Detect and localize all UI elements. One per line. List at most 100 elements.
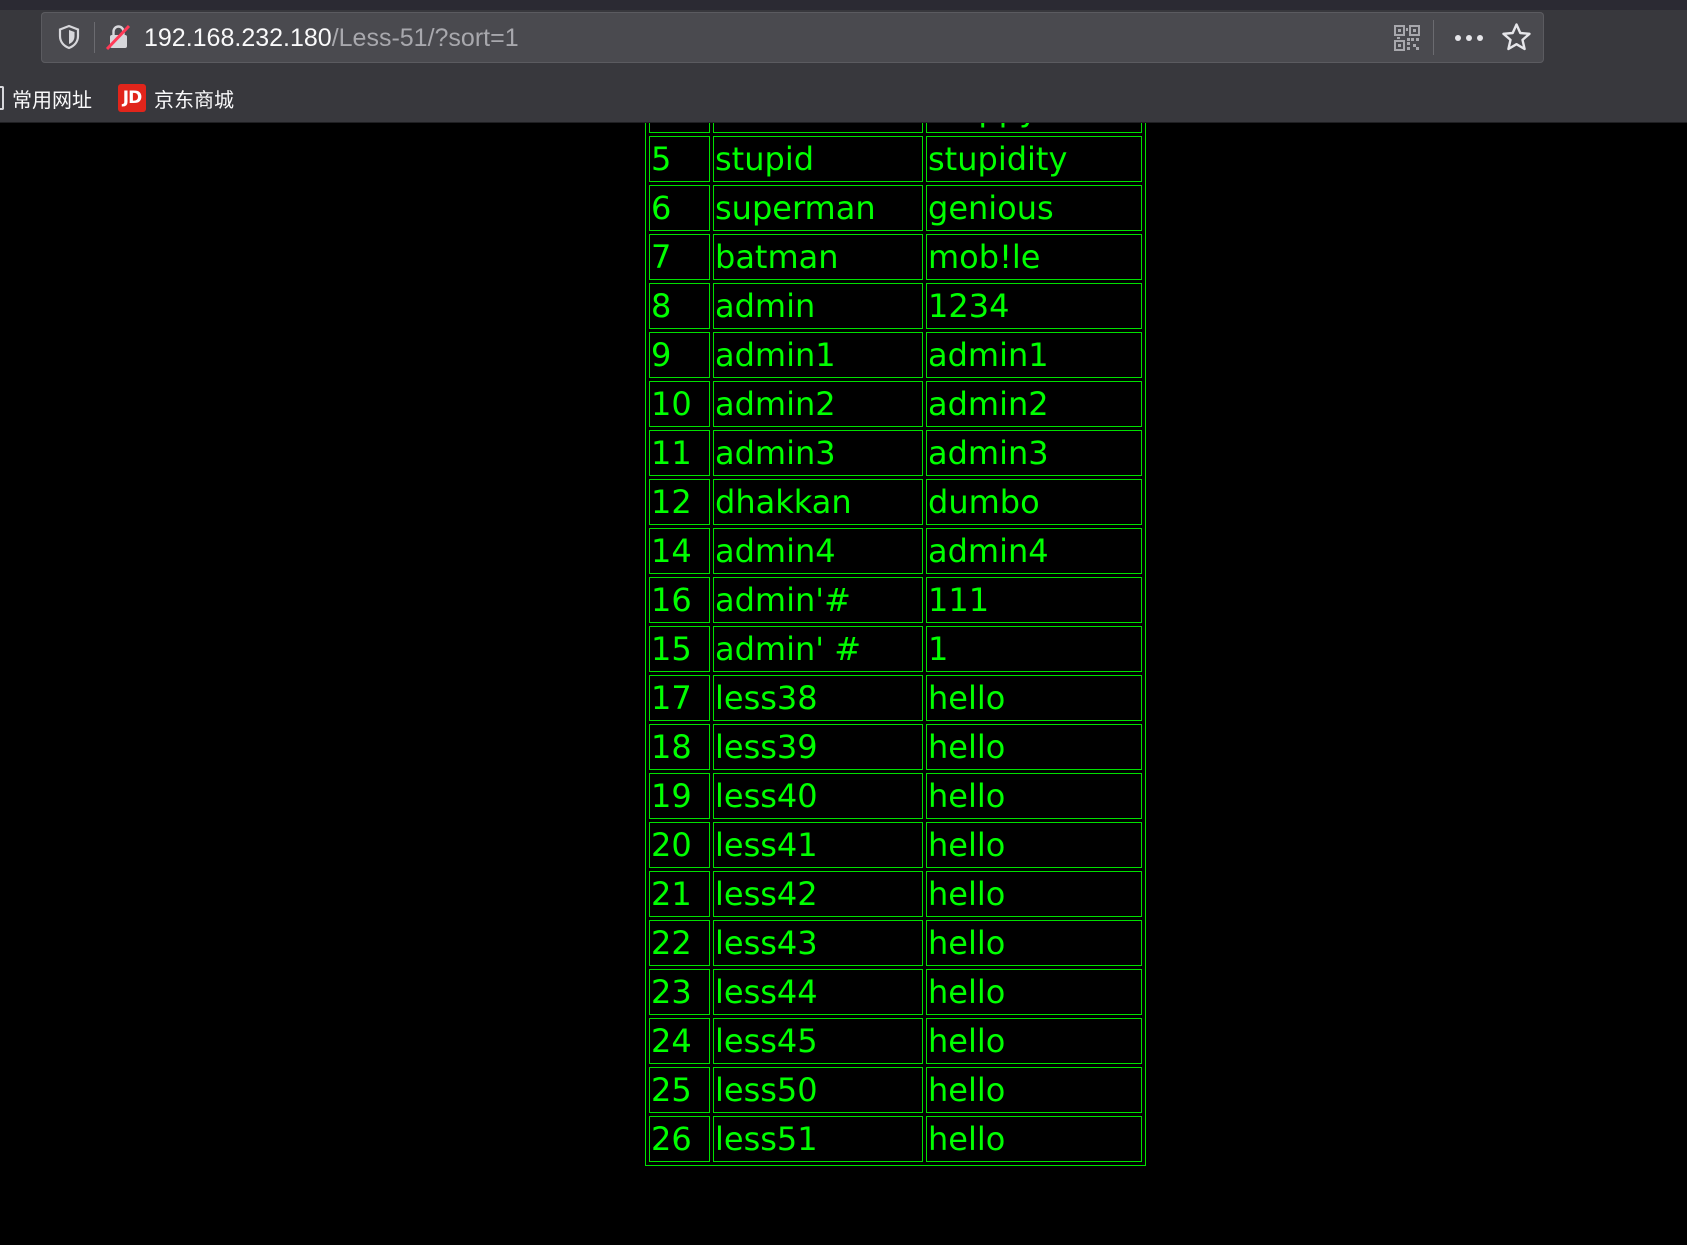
cell-password: admin4: [926, 528, 1142, 574]
cell-id: 19: [649, 773, 710, 819]
cell-username: less42: [713, 871, 923, 917]
cell-id: 25: [649, 1067, 710, 1113]
cell-password: crappy: [926, 123, 1142, 133]
cell-username: less43: [713, 920, 923, 966]
cell-username: admin3: [713, 430, 923, 476]
bookmarks-toolbar: 常用网址 JD 京东商城: [0, 80, 1687, 116]
bookmark-label: 京东商城: [154, 87, 234, 112]
table-row: 4securecrappy: [649, 123, 1142, 133]
cell-password: genious: [926, 185, 1142, 231]
bookmark-common-sites[interactable]: 常用网址: [0, 80, 92, 116]
cell-username: stupid: [713, 136, 923, 182]
url-path: /Less-51/?sort=1: [331, 24, 519, 52]
cell-password: 111: [926, 577, 1142, 623]
cell-password: admin2: [926, 381, 1142, 427]
table-row: 21 less42 hello: [649, 871, 1142, 917]
table-row: 10 admin2 admin2: [649, 381, 1142, 427]
table-row: 15 admin' #1: [649, 626, 1142, 672]
cell-id: 14: [649, 528, 710, 574]
cell-username: less38: [713, 675, 923, 721]
cell-username: admin: [713, 283, 923, 329]
cell-username: admin1: [713, 332, 923, 378]
cell-password: hello: [926, 822, 1142, 868]
cell-password: hello: [926, 773, 1142, 819]
table-row: 16 admin'# 111: [649, 577, 1142, 623]
tracking-protection-shield-icon[interactable]: [55, 23, 83, 51]
table-row: 5 stupid stupidity: [649, 136, 1142, 182]
cell-id: 9: [649, 332, 710, 378]
cell-username: superman: [713, 185, 923, 231]
cell-username: less44: [713, 969, 923, 1015]
table-row: 7 batman mob!le: [649, 234, 1142, 280]
table-row: 19 less40 hello: [649, 773, 1142, 819]
cell-username: less41: [713, 822, 923, 868]
table-row: 20 less41 hello: [649, 822, 1142, 868]
cell-username: less45: [713, 1018, 923, 1064]
table-row: 25 less50 hello: [649, 1067, 1142, 1113]
cell-id: 21: [649, 871, 710, 917]
cell-password: hello: [926, 675, 1142, 721]
cell-username: less50: [713, 1067, 923, 1113]
cell-id: 26: [649, 1116, 710, 1162]
bookmark-label: 常用网址: [12, 87, 92, 112]
cell-username: less39: [713, 724, 923, 770]
cell-password: mob!le: [926, 234, 1142, 280]
cell-password: hello: [926, 724, 1142, 770]
cell-password: hello: [926, 871, 1142, 917]
table-row: 26 less51 hello: [649, 1116, 1142, 1162]
jd-logo: JD: [118, 84, 146, 112]
table-row: 17 less38 hello: [649, 675, 1142, 721]
cell-id: 8: [649, 283, 710, 329]
cell-id: 18: [649, 724, 710, 770]
address-bar[interactable]: 192.168.232.180/Less-51/?sort=1: [41, 12, 1544, 63]
cell-password: hello: [926, 920, 1142, 966]
url-text[interactable]: 192.168.232.180/Less-51/?sort=1: [144, 23, 519, 53]
cell-username: admin' #: [713, 626, 923, 672]
cell-password: 1: [926, 626, 1142, 672]
cell-id: 15: [649, 626, 710, 672]
bookmark-jd-mall[interactable]: JD 京东商城: [118, 80, 234, 116]
cell-password: hello: [926, 969, 1142, 1015]
cell-password: stupidity: [926, 136, 1142, 182]
users-table: 4securecrappy 5stupidstupidity6supermange…: [645, 123, 1146, 1166]
cell-id: 22: [649, 920, 710, 966]
folder-icon: [0, 86, 4, 110]
table-row: 6 superman genious: [649, 185, 1142, 231]
table-row: 24 less45 hello: [649, 1018, 1142, 1064]
cell-id: 11: [649, 430, 710, 476]
page-actions-more-icon[interactable]: [1451, 24, 1487, 52]
qr-code-icon[interactable]: [1393, 24, 1421, 52]
cell-password: hello: [926, 1067, 1142, 1113]
urlbar-separator: [1433, 20, 1434, 55]
urlbar-separator: [94, 22, 95, 53]
cell-id: 23: [649, 969, 710, 1015]
cell-password: hello: [926, 1018, 1142, 1064]
browser-chrome: 192.168.232.180/Less-51/?sort=1 常用网址 JD …: [0, 0, 1687, 123]
cell-id: 20: [649, 822, 710, 868]
cell-username: admin4: [713, 528, 923, 574]
table-row: 23 less44 hello: [649, 969, 1142, 1015]
cell-username: admin2: [713, 381, 923, 427]
url-host: 192.168.232.180: [144, 24, 332, 52]
cell-username: secure: [713, 123, 923, 133]
cell-password: admin3: [926, 430, 1142, 476]
cell-id: 4: [649, 123, 710, 133]
table-row: 9 admin1 admin1: [649, 332, 1142, 378]
cell-password: dumbo: [926, 479, 1142, 525]
cell-id: 24: [649, 1018, 710, 1064]
cell-id: 12: [649, 479, 710, 525]
insecure-lock-icon[interactable]: [103, 22, 133, 52]
table-row: 22 less43 hello: [649, 920, 1142, 966]
cell-username: batman: [713, 234, 923, 280]
cell-id: 5: [649, 136, 710, 182]
tab-strip-edge: [0, 0, 1687, 10]
cell-id: 7: [649, 234, 710, 280]
table-row: 12 dhakkan dumbo: [649, 479, 1142, 525]
cell-id: 10: [649, 381, 710, 427]
table-row: 18 less39 hello: [649, 724, 1142, 770]
cell-password: 1234: [926, 283, 1142, 329]
page-viewport[interactable]: 4securecrappy 5stupidstupidity6supermange…: [0, 123, 1687, 1245]
bookmark-star-icon[interactable]: [1500, 21, 1533, 54]
cell-username: dhakkan: [713, 479, 923, 525]
cell-username: admin'#: [713, 577, 923, 623]
